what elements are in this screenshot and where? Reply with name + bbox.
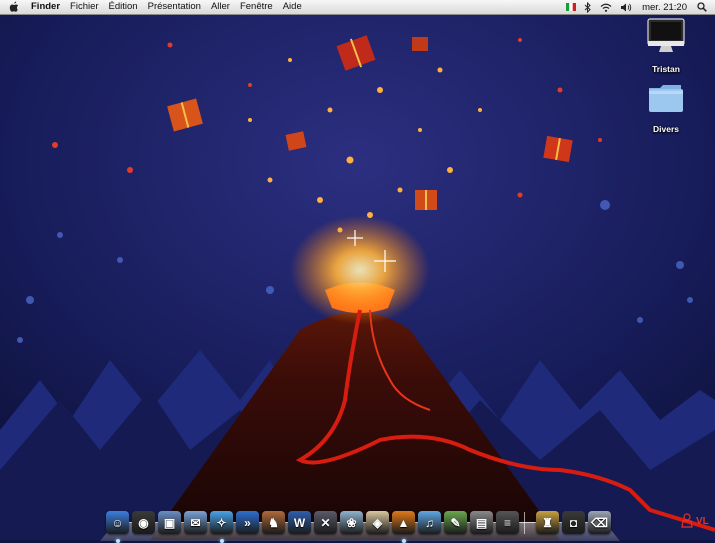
- menu-edition[interactable]: Édition: [104, 0, 143, 14]
- desktop-icon-tristan[interactable]: Tristan: [636, 18, 696, 77]
- photo-tool-icon: ◈: [372, 515, 383, 530]
- dock: ☺ ◉ ▣ ✉ ✧ » ♞ W ✕ ❀ ◈ ▲ ♫ ✎ ▤ ≡ ♜ ◘ ⌫: [100, 500, 620, 543]
- ipod-icon: ◘: [569, 515, 578, 530]
- dock-item-game[interactable]: ♜: [536, 511, 559, 534]
- vlc-watermark: VL: [680, 513, 709, 529]
- menu-presentation[interactable]: Présentation: [143, 0, 206, 14]
- iphoto-icon: ❀: [346, 515, 357, 530]
- spotlight-search-icon[interactable]: [697, 2, 707, 12]
- dock-item-trash[interactable]: ⌫: [588, 511, 611, 534]
- utility-icon: ≡: [503, 515, 511, 530]
- desktop-icon-label: Tristan: [652, 64, 680, 74]
- dock-item-system-x[interactable]: ✕: [314, 511, 337, 534]
- preview-icon: ▣: [163, 515, 176, 530]
- dock-item-itunes[interactable]: ♫: [418, 511, 441, 534]
- dock-separator[interactable]: [524, 512, 531, 534]
- imac-icon: [647, 18, 685, 52]
- dock-icons: ☺ ◉ ▣ ✉ ✧ » ♞ W ✕ ❀ ◈ ▲ ♫ ✎ ▤ ≡ ♜ ◘ ⌫: [106, 504, 611, 543]
- dock-item-photo-tool[interactable]: ◈: [366, 511, 389, 534]
- menu-bar: Finder Fichier Édition Présentation Alle…: [0, 0, 715, 15]
- wifi-icon[interactable]: [600, 3, 612, 12]
- mail-stamp-icon: ✉: [190, 515, 201, 530]
- menu-app-finder[interactable]: Finder: [26, 0, 65, 14]
- desktop-icon-label: Divers: [653, 124, 679, 134]
- menu-aide[interactable]: Aide: [278, 0, 307, 14]
- dock-item-vlc[interactable]: ▲: [392, 511, 415, 543]
- itunes-icon: ♫: [425, 515, 434, 530]
- trash-icon: ⌫: [591, 515, 608, 530]
- watermark-text: VL: [696, 515, 709, 527]
- desktop-icon-divers[interactable]: Divers: [636, 82, 696, 137]
- dock-item-dashboard[interactable]: ◉: [132, 511, 155, 534]
- dock-item-automator[interactable]: ♞: [262, 511, 285, 534]
- quicksilver-icon: »: [244, 515, 251, 530]
- menu-fenetre[interactable]: Fenêtre: [235, 0, 278, 14]
- dashboard-icon: ◉: [138, 515, 149, 530]
- dock-item-ipod[interactable]: ◘: [562, 511, 585, 534]
- menu-clock[interactable]: mer. 21:20: [636, 2, 693, 13]
- safari-icon: ✧: [216, 515, 227, 530]
- apple-menu-icon[interactable]: [8, 0, 20, 14]
- flag-icon[interactable]: [566, 3, 577, 11]
- robot-icon: [681, 513, 693, 528]
- dock-item-utility[interactable]: ≡: [496, 511, 519, 534]
- system-x-icon: ✕: [320, 515, 331, 530]
- volume-icon[interactable]: [620, 3, 632, 12]
- tool-icon: ✎: [450, 515, 461, 530]
- desktop-wallpaper: [0, 0, 715, 540]
- dock-item-wireless[interactable]: W: [288, 511, 311, 534]
- dock-item-preview[interactable]: ▣: [158, 511, 181, 534]
- dock-item-screen[interactable]: ▤: [470, 511, 493, 534]
- screen-icon: ▤: [475, 515, 488, 530]
- vlc-icon: ▲: [397, 515, 410, 530]
- menu-extras: mer. 21:20: [562, 0, 715, 14]
- dock-item-tool[interactable]: ✎: [444, 511, 467, 534]
- finder-icon: ☺: [111, 515, 124, 530]
- dock-item-quicksilver[interactable]: »: [236, 511, 259, 534]
- folder-icon: [649, 85, 683, 112]
- menu-aller[interactable]: Aller: [206, 0, 235, 14]
- dock-item-iphoto[interactable]: ❀: [340, 511, 363, 534]
- game-icon: ♜: [542, 515, 553, 530]
- wireless-icon: W: [293, 515, 306, 530]
- automator-icon: ♞: [268, 515, 279, 530]
- menu-fichier[interactable]: Fichier: [65, 0, 104, 14]
- bluetooth-icon[interactable]: [584, 1, 592, 13]
- dock-item-finder[interactable]: ☺: [106, 511, 129, 543]
- dock-item-mail-stamp[interactable]: ✉: [184, 511, 207, 534]
- dock-item-safari[interactable]: ✧: [210, 511, 233, 543]
